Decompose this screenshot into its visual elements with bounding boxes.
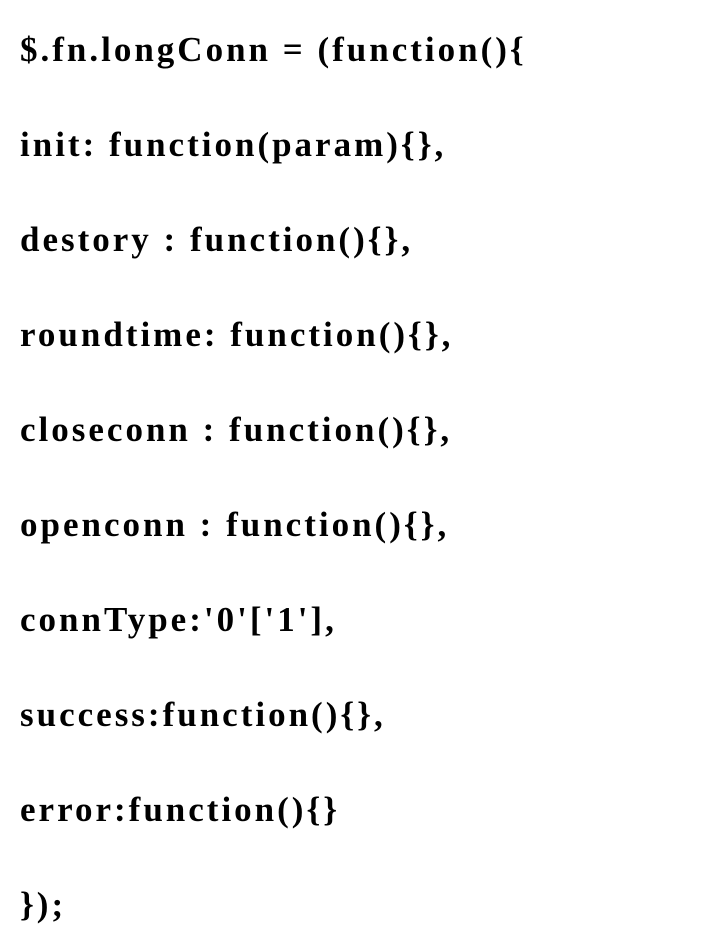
code-line: error:function(){}: [20, 790, 695, 830]
code-line: roundtime: function(){},: [20, 315, 695, 355]
code-line: init: function(param){},: [20, 125, 695, 165]
code-line: openconn : function(){},: [20, 505, 695, 545]
code-line: success:function(){},: [20, 695, 695, 735]
code-line: closeconn : function(){},: [20, 410, 695, 450]
code-line: destory : function(){},: [20, 220, 695, 260]
code-block: $.fn.longConn = (function(){ init: funct…: [20, 30, 695, 925]
code-line: connType:'0'['1'],: [20, 600, 695, 640]
code-line: });: [20, 885, 695, 925]
code-line: $.fn.longConn = (function(){: [20, 30, 695, 70]
